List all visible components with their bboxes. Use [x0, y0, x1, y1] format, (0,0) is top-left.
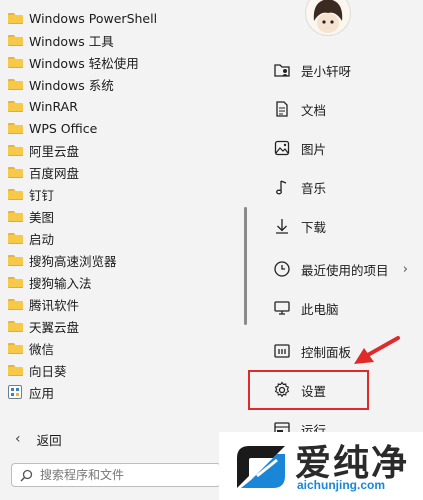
app-item-apps[interactable]: 应用: [8, 381, 240, 403]
app-item-label: Windows 工具: [29, 33, 114, 49]
app-item-label: 启动: [29, 231, 55, 247]
app-item-sogou-input[interactable]: 搜狗输入法: [8, 271, 240, 293]
app-item-label: 钉钉: [29, 187, 55, 203]
folder-icon: [8, 100, 23, 112]
folder-icon: [8, 144, 23, 156]
folder-icon: [8, 12, 23, 24]
app-item-label: 腾讯软件: [29, 297, 80, 313]
app-item-startup[interactable]: 启动: [8, 227, 240, 249]
folder-icon: [8, 254, 23, 266]
app-item-label: 微信: [29, 341, 55, 357]
folder-icon: [8, 232, 23, 244]
place-label: 下载: [301, 219, 327, 235]
control-panel-icon: [274, 344, 290, 358]
picture-icon: [274, 140, 290, 156]
app-item-tencent-software[interactable]: 腾讯软件: [8, 293, 240, 315]
download-icon: [276, 219, 288, 234]
place-label: 图片: [301, 141, 327, 157]
app-item-label: Windows PowerShell: [29, 10, 158, 26]
app-item-label: 阿里云盘: [29, 143, 80, 159]
monitor-icon: [274, 301, 290, 315]
folder-icon: [8, 188, 23, 200]
search-input[interactable]: [40, 468, 210, 482]
search-box[interactable]: [11, 463, 221, 487]
app-item-label: 应用: [29, 385, 55, 401]
watermark: 爱纯净 aichunjing.com: [219, 432, 423, 500]
place-label: 音乐: [301, 180, 327, 196]
app-item-dingtalk[interactable]: 钉钉: [8, 183, 240, 205]
app-item-label: 向日葵: [29, 363, 67, 379]
app-item-label: 搜狗高速浏览器: [29, 253, 117, 269]
chevron-right-icon: ›: [402, 262, 408, 277]
back-label: 返回: [36, 432, 62, 448]
app-item-label: Windows 轻松使用: [29, 55, 139, 71]
app-item-label: 百度网盘: [29, 165, 80, 181]
app-item-label: 天翼云盘: [29, 319, 80, 335]
folder-icon: [8, 166, 23, 178]
app-item-windows-system[interactable]: Windows 系统: [8, 73, 240, 95]
place-documents[interactable]: 文档: [256, 91, 416, 127]
folder-icon: [8, 320, 23, 332]
app-item-wechat[interactable]: 微信: [8, 337, 240, 359]
app-item-aliyun-drive[interactable]: 阿里云盘: [8, 139, 240, 161]
place-music[interactable]: 音乐: [256, 169, 416, 205]
places-panel: 是小轩呀 文档 图片 音乐 下载 最近使用的项目 › 此电脑 控制面板 设置 运…: [256, 0, 423, 500]
app-item-meitu[interactable]: 美图: [8, 205, 240, 227]
folder-icon: [8, 364, 23, 376]
app-item-label: WinRAR: [29, 98, 78, 114]
document-icon: [276, 101, 288, 117]
chevron-left-icon: ‹: [15, 431, 21, 447]
folder-icon: [8, 78, 23, 90]
place-label: 最近使用的项目: [301, 262, 389, 278]
folder-icon: [8, 210, 23, 222]
app-item-winrar[interactable]: WinRAR: [8, 95, 240, 117]
all-apps-panel: Windows PowerShell Windows 工具 Windows 轻松…: [0, 0, 248, 422]
app-item-windows-tools[interactable]: Windows 工具: [8, 29, 240, 51]
app-item-windows-powershell[interactable]: Windows PowerShell: [8, 7, 240, 29]
app-list: Windows PowerShell Windows 工具 Windows 轻松…: [8, 7, 240, 403]
place-label: 是小轩呀: [301, 63, 352, 79]
search-icon: [20, 469, 33, 482]
watermark-logo-icon: [237, 446, 285, 488]
app-item-label: Windows 系统: [29, 77, 114, 93]
place-pictures[interactable]: 图片: [256, 130, 416, 166]
place-downloads[interactable]: 下载: [256, 208, 416, 244]
app-grid-icon: [8, 385, 22, 399]
place-label: 控制面板: [301, 344, 352, 360]
music-icon: [276, 180, 287, 195]
place-recent-items[interactable]: 最近使用的项目 ›: [256, 251, 416, 287]
back-button[interactable]: ‹ 返回: [0, 428, 240, 450]
folder-icon: [8, 122, 23, 134]
folder-icon: [8, 342, 23, 354]
place-this-pc[interactable]: 此电脑: [256, 290, 416, 326]
watermark-text-en: aichunjing.com: [297, 478, 386, 492]
folder-icon: [8, 276, 23, 288]
place-label: 此电脑: [301, 301, 339, 317]
clock-icon: [274, 261, 290, 277]
avatar[interactable]: [305, 0, 351, 36]
place-label: 文档: [301, 102, 327, 118]
app-item-sunflower[interactable]: 向日葵: [8, 359, 240, 381]
app-item-baidu-netdisk[interactable]: 百度网盘: [8, 161, 240, 183]
folder-icon: [8, 298, 23, 310]
avatar-cartoon-icon: [313, 0, 343, 33]
user-folder-icon: [274, 64, 290, 77]
place-user-folder[interactable]: 是小轩呀: [256, 52, 416, 88]
app-item-label: 搜狗输入法: [29, 275, 92, 291]
red-arrow-annotation: [354, 336, 400, 364]
app-item-sogou-browser[interactable]: 搜狗高速浏览器: [8, 249, 240, 271]
folder-icon: [8, 56, 23, 68]
app-item-wps-office[interactable]: WPS Office: [8, 117, 240, 139]
app-item-tianyi-cloud[interactable]: 天翼云盘: [8, 315, 240, 337]
app-item-label: 美图: [29, 209, 55, 225]
settings-highlight-box: [248, 370, 369, 410]
folder-icon: [8, 34, 23, 46]
app-item-windows-accessibility[interactable]: Windows 轻松使用: [8, 51, 240, 73]
scrollbar-thumb[interactable]: [244, 207, 247, 325]
app-item-label: WPS Office: [29, 120, 98, 136]
